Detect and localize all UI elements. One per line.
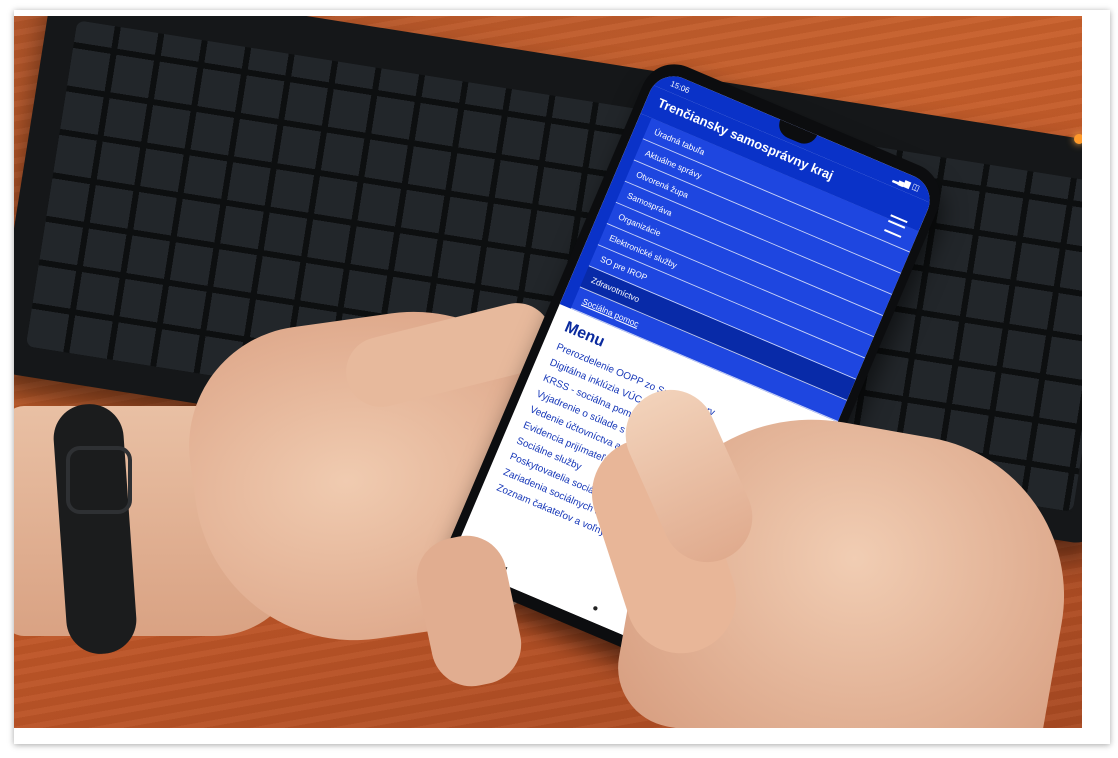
wristband-clasp [66, 446, 132, 514]
photo: 15:06 ▂▄▆ ◫ Trenčiansky samosprávny kraj… [14, 16, 1082, 728]
home-icon[interactable]: ● [591, 602, 601, 614]
keyboard-led [1074, 134, 1082, 144]
